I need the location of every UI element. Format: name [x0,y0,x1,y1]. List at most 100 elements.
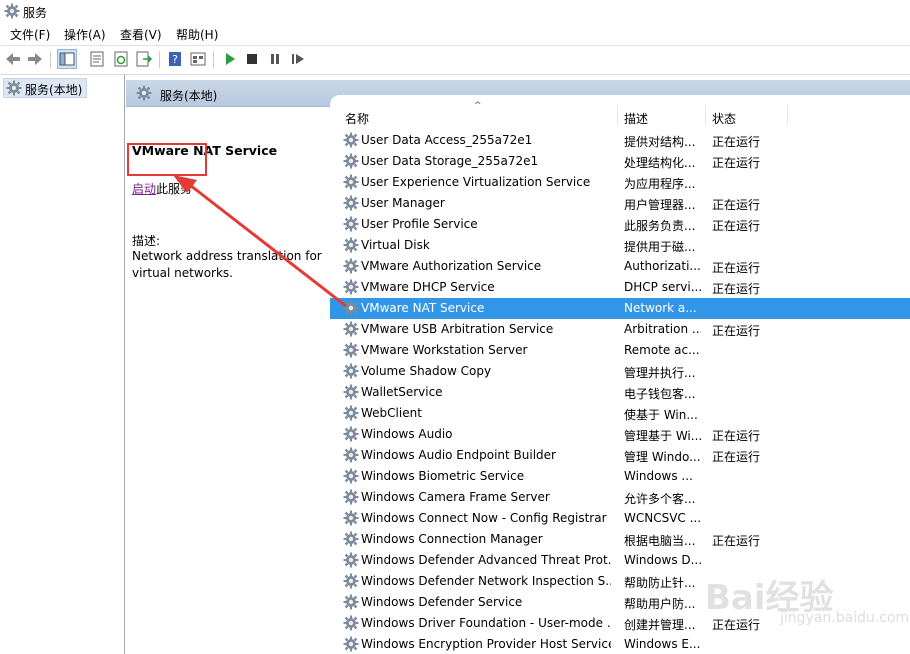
toolbar: ? [0,45,910,75]
service-description: 管理并执行... [624,366,696,380]
tree-node-label: 服务(本地) [25,83,83,97]
service-status: 正在运行 [712,198,761,212]
service-name: WalletService [361,385,443,399]
panel-header-label: 服务(本地) [160,89,218,103]
service-description: 管理基于 Wi... [624,429,701,443]
column-status[interactable]: 状态 [712,110,736,127]
pause-icon[interactable] [266,50,284,68]
service-row[interactable]: Windows Connect Now - Config Registrar WC… [330,508,910,529]
service-row[interactable]: Windows Biometric Service Windows ... [330,466,910,487]
refresh-icon[interactable] [112,50,130,68]
service-status: 正在运行 [712,282,761,296]
service-name: Windows Biometric Service [361,469,525,483]
service-gear-icon [343,447,359,463]
service-description: 帮助防止针... [624,576,696,590]
service-description: 用户管理器... [624,198,696,212]
service-gear-icon [343,384,359,400]
service-row[interactable]: Volume Shadow Copy 管理并执行... [330,361,910,382]
service-row[interactable]: User Experience Virtualization Service 为应… [330,172,910,193]
column-name[interactable]: 名称 [345,110,369,127]
service-gear-icon [343,153,359,169]
stop-icon[interactable] [243,50,261,68]
service-name: User Data Storage_255a72e1 [361,154,539,168]
sort-ascending-icon: ^ [474,101,482,111]
service-description: Authorizati... [624,259,701,273]
service-gear-icon [343,552,359,568]
column-header-row: ^ 名称 描述 状态 [330,95,910,126]
service-row[interactable]: Windows Camera Frame Server 允许多个客... [330,487,910,508]
service-name: Windows Connection Manager [361,532,543,546]
menu-help[interactable]: 帮助(H) [176,26,218,43]
service-gear-icon [343,279,359,295]
service-name: User Manager [361,196,445,210]
service-description: 电子钱包客... [624,387,696,401]
column-divider[interactable] [787,105,788,125]
service-row[interactable]: Windows Audio 管理基于 Wi... 正在运行 [330,424,910,445]
service-status: 正在运行 [712,324,761,338]
menu-file[interactable]: 文件(F) [10,26,50,43]
service-row[interactable]: Virtual Disk 提供用于磁... [330,235,910,256]
toolbar-divider [159,51,160,68]
service-name: VMware Authorization Service [361,259,542,273]
service-gear-icon [343,258,359,274]
svg-text:?: ? [172,53,178,66]
service-row[interactable]: VMware Authorization Service Authorizati.… [330,256,910,277]
export-icon[interactable] [135,50,153,68]
start-icon[interactable] [221,50,239,68]
service-gear-icon [343,636,359,652]
service-row[interactable]: User Profile Service 此服务负责... 正在运行 [330,214,910,235]
service-description: Windows ... [624,469,693,483]
service-description: 提供对结构... [624,135,696,149]
service-row[interactable]: VMware USB Arbitration Service Arbitratio… [330,319,910,340]
service-row[interactable]: Windows Audio Endpoint Builder 管理 Windo..… [330,445,910,466]
service-row[interactable]: User Data Access_255a72e1 提供对结构... 正在运行 [330,130,910,151]
forward-icon[interactable] [26,50,44,68]
service-row[interactable]: User Data Storage_255a72e1 处理结构化... 正在运行 [330,151,910,172]
service-name: Volume Shadow Copy [361,364,492,378]
back-icon[interactable] [4,50,22,68]
column-divider[interactable] [705,105,706,125]
service-description: 提供用于磁... [624,240,696,254]
show-hide-tree-icon[interactable] [57,49,77,69]
service-row[interactable]: WalletService 电子钱包客... [330,382,910,403]
service-description: 根据电脑当... [624,534,696,548]
start-service-suffix: 此服务 [156,182,193,196]
column-description[interactable]: 描述 [624,110,648,127]
service-name: User Profile Service [361,217,478,231]
service-row[interactable]: WebClient 使基于 Win... [330,403,910,424]
service-status: 正在运行 [712,135,761,149]
service-gear-icon [343,489,359,505]
console-tree: 服务(本地) [0,75,125,654]
service-description: Windows D... [624,553,701,567]
service-row[interactable]: User Manager 用户管理器... 正在运行 [330,193,910,214]
menu-view[interactable]: 查看(V) [120,26,162,43]
service-gear-icon [343,195,359,211]
service-row[interactable]: VMware DHCP Service DHCP servi... 正在运行 [330,277,910,298]
service-row[interactable]: Windows Encryption Provider Host Service… [330,634,910,654]
window-title: 服务 [23,6,48,20]
service-row[interactable]: Windows Defender Advanced Threat Prot...… [330,550,910,571]
service-row[interactable]: Windows Connection Manager 根据电脑当... 正在运行 [330,529,910,550]
menu-action[interactable]: 操作(A) [64,26,106,43]
column-divider[interactable] [617,105,618,125]
help-icon[interactable]: ? [166,50,184,68]
service-name: Windows Camera Frame Server [361,490,550,504]
service-status: 正在运行 [712,450,761,464]
start-service-link[interactable]: 启动 [132,182,156,196]
toolbar-divider [50,51,51,68]
service-gear-icon [343,594,359,610]
view-icon[interactable] [189,50,207,68]
service-description: 处理结构化... [624,156,696,170]
service-gear-icon [343,216,359,232]
service-row[interactable]: VMware Workstation Server Remote ac... [330,340,910,361]
restart-icon[interactable] [289,50,307,68]
start-service-line: 启动此服务 [132,180,192,197]
service-row[interactable]: VMware NAT Service Network a... [330,298,910,319]
service-name: Windows Defender Advanced Threat Prot... [361,553,611,567]
service-description: Network a... [624,301,697,315]
properties-icon[interactable] [88,50,106,68]
service-name: User Data Access_255a72e1 [361,133,533,147]
service-gear-icon [343,531,359,547]
service-description: 允许多个客... [624,492,696,506]
tree-node-local-services[interactable]: 服务(本地) [3,78,87,98]
